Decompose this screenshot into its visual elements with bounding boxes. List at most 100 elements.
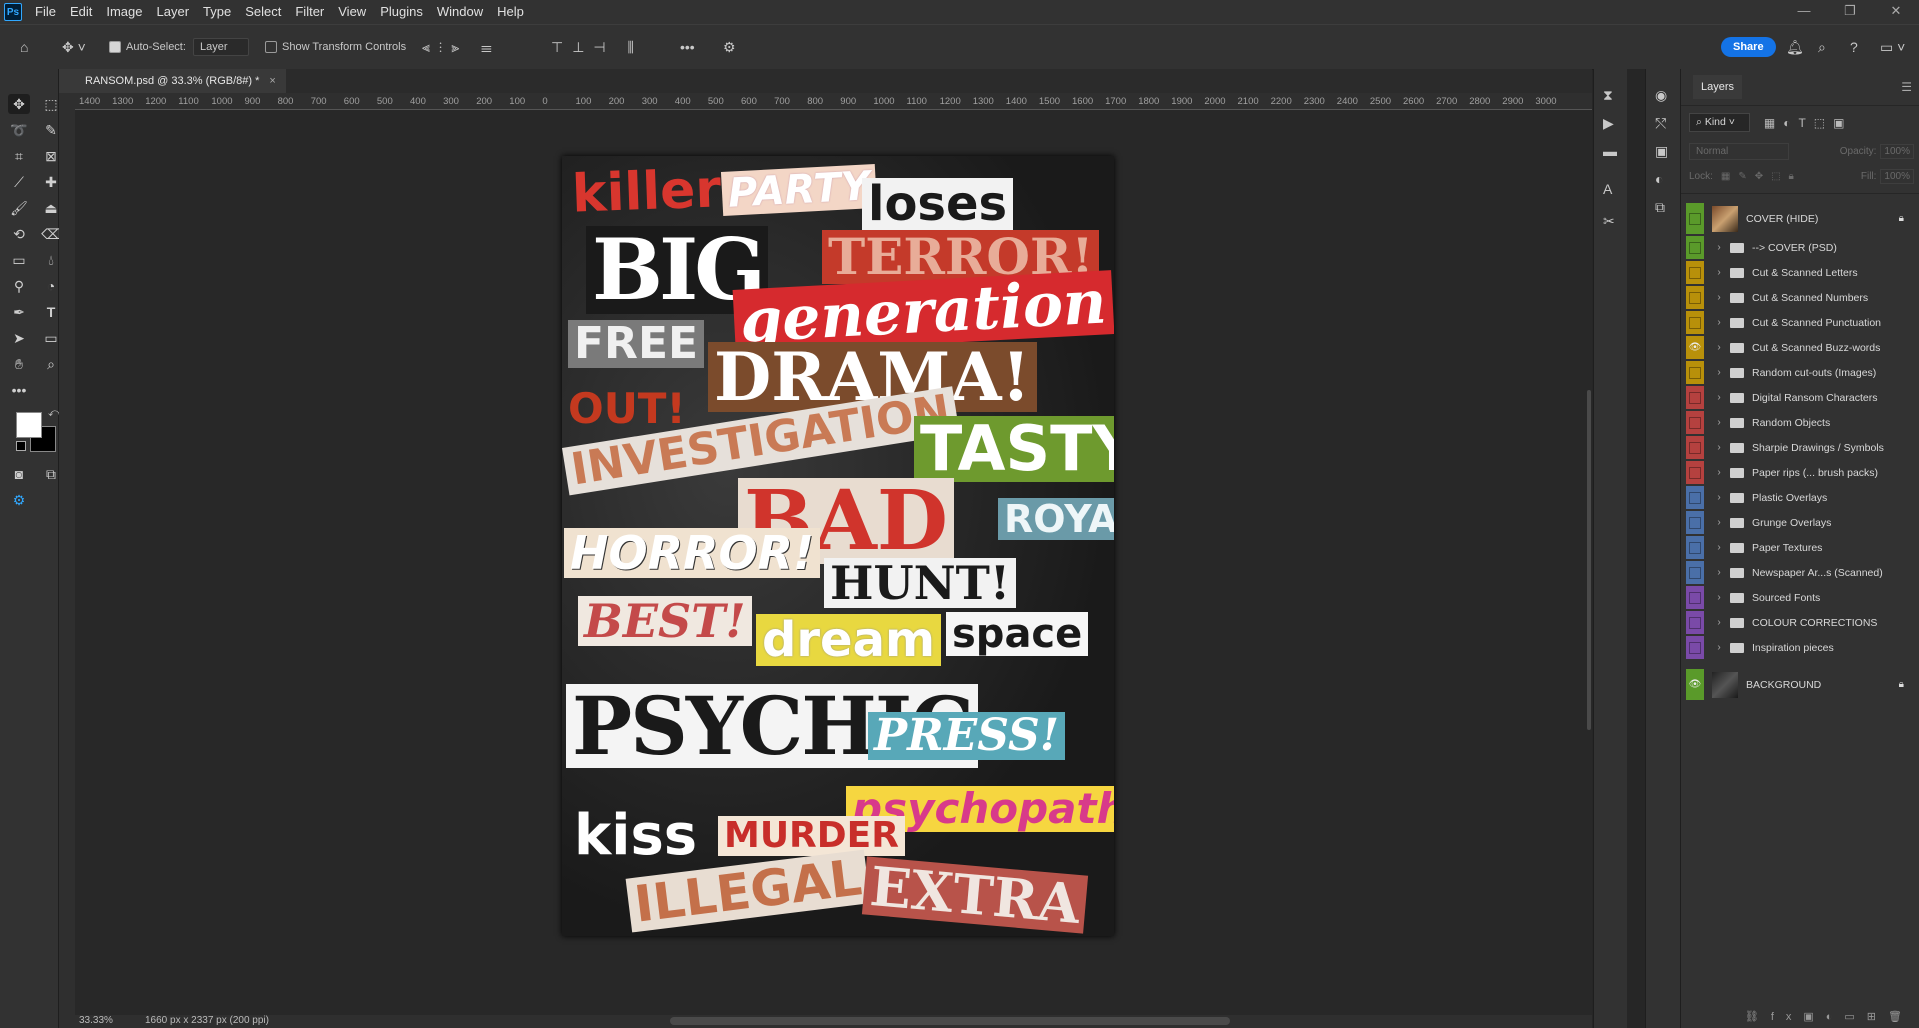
- menu-filter[interactable]: Filter: [288, 0, 331, 24]
- close-window-button[interactable]: ✕: [1873, 0, 1919, 24]
- layers-footer-icons[interactable]: ⛓fx▣◐▭⊞🗑︎: [1681, 1004, 1919, 1028]
- layer-row[interactable]: › Newspaper Ar...s (Scanned): [1681, 560, 1919, 585]
- vertical-scroll-thumb[interactable]: [1587, 390, 1591, 730]
- visibility-toggle[interactable]: [1686, 286, 1704, 309]
- chevron-right-icon[interactable]: ›: [1712, 467, 1726, 478]
- visibility-toggle[interactable]: [1686, 561, 1704, 584]
- eye-icon[interactable]: 👁︎: [1686, 669, 1704, 700]
- lasso-tool-icon[interactable]: ➰: [8, 120, 30, 140]
- workspace-icon[interactable]: ▭ ˅: [1880, 25, 1905, 69]
- layer-row[interactable]: 👁︎ › Cut & Scanned Buzz-words: [1681, 335, 1919, 360]
- bell-icon[interactable]: 🔔︎: [1786, 25, 1804, 69]
- color-panel-icon[interactable]: ◉: [1655, 87, 1667, 104]
- menu-image[interactable]: Image: [99, 0, 149, 24]
- auto-select-dropdown[interactable]: Layer: [193, 25, 249, 69]
- paths-panel-icon[interactable]: ⤲: [1655, 115, 1666, 132]
- foreground-color-swatch[interactable]: [16, 412, 42, 438]
- layer-row[interactable]: › Cut & Scanned Letters: [1681, 260, 1919, 285]
- hand-tool-icon[interactable]: ✋︎: [8, 354, 30, 374]
- move-tool-icon[interactable]: ✥: [8, 94, 30, 114]
- restore-button[interactable]: ❐: [1827, 0, 1873, 24]
- menu-plugins[interactable]: Plugins: [373, 0, 430, 24]
- document-info[interactable]: 1660 px x 2337 px (200 ppi): [145, 1015, 269, 1026]
- chevron-right-icon[interactable]: ›: [1712, 517, 1726, 528]
- gradient-tool-icon[interactable]: ▭: [8, 250, 30, 270]
- menu-window[interactable]: Window: [430, 0, 490, 24]
- gear-icon[interactable]: ⚙: [723, 25, 736, 69]
- search-icon[interactable]: ⌕: [1818, 25, 1826, 69]
- visibility-toggle[interactable]: [1686, 611, 1704, 634]
- visibility-toggle[interactable]: [1686, 361, 1704, 384]
- menu-layer[interactable]: Layer: [150, 0, 197, 24]
- help-icon[interactable]: ?: [1850, 25, 1858, 69]
- chevron-right-icon[interactable]: ›: [1712, 442, 1726, 453]
- layer-row[interactable]: › Plastic Overlays: [1681, 485, 1919, 510]
- opacity-value[interactable]: 100%: [1880, 144, 1914, 159]
- layer-row[interactable]: › Cut & Scanned Punctuation: [1681, 310, 1919, 335]
- visibility-toggle[interactable]: [1686, 236, 1704, 259]
- libraries-panel-icon[interactable]: ▣: [1655, 143, 1668, 160]
- transform-controls-checkbox[interactable]: [265, 41, 277, 53]
- visibility-toggle[interactable]: [1686, 311, 1704, 334]
- chevron-right-icon[interactable]: ›: [1712, 642, 1726, 653]
- align-icons[interactable]: ⫷⫶⫸ ☰: [422, 25, 501, 69]
- path-select-tool-icon[interactable]: ➤: [8, 328, 30, 348]
- chevron-right-icon[interactable]: ›: [1712, 592, 1726, 603]
- home-icon[interactable]: ⌂: [20, 25, 28, 69]
- chevron-right-icon[interactable]: ›: [1712, 342, 1726, 353]
- layer-row[interactable]: › Random cut-outs (Images): [1681, 360, 1919, 385]
- layer-row[interactable]: › Paper Textures: [1681, 535, 1919, 560]
- chevron-right-icon[interactable]: ›: [1712, 567, 1726, 578]
- auto-select-toggle[interactable]: Auto-Select:: [109, 25, 186, 69]
- layer-row[interactable]: › Digital Ransom Characters: [1681, 385, 1919, 410]
- zoom-level[interactable]: 33.33%: [79, 1015, 113, 1026]
- panel-menu-icon[interactable]: ☰: [1901, 80, 1912, 94]
- layer-row[interactable]: › Cut & Scanned Numbers: [1681, 285, 1919, 310]
- history-panel-icon[interactable]: ⧗: [1603, 87, 1613, 104]
- menu-select[interactable]: Select: [238, 0, 288, 24]
- layer-row[interactable]: › Sharpie Drawings / Symbols: [1681, 435, 1919, 460]
- chevron-right-icon[interactable]: ›: [1712, 492, 1726, 503]
- properties-panel-icon[interactable]: ⧉: [1655, 199, 1665, 216]
- chevron-right-icon[interactable]: ›: [1712, 392, 1726, 403]
- more-options-icon[interactable]: •••: [680, 25, 695, 69]
- menu-help[interactable]: Help: [490, 0, 531, 24]
- visibility-toggle[interactable]: [1686, 203, 1704, 234]
- visibility-toggle[interactable]: [1686, 461, 1704, 484]
- crop-tool-icon[interactable]: ⌗: [8, 146, 30, 166]
- chevron-right-icon[interactable]: ›: [1712, 242, 1726, 253]
- tool-presets-icon[interactable]: ✂: [1603, 213, 1615, 230]
- chevron-right-icon[interactable]: ›: [1712, 417, 1726, 428]
- visibility-toggle[interactable]: [1686, 511, 1704, 534]
- document-tab[interactable]: RANSOM.psd @ 33.3% (RGB/8#) * ×: [59, 69, 286, 93]
- layer-row[interactable]: COVER (HIDE) 🔒︎: [1681, 202, 1919, 235]
- close-tab-icon[interactable]: ×: [269, 75, 275, 87]
- visibility-toggle[interactable]: [1686, 411, 1704, 434]
- chevron-right-icon[interactable]: ›: [1712, 367, 1726, 378]
- visibility-toggle[interactable]: [1686, 636, 1704, 659]
- swap-colors-icon[interactable]: ⤺: [48, 407, 60, 420]
- filter-type-icons[interactable]: ▦◐T⬚▣: [1764, 116, 1853, 130]
- menu-type[interactable]: Type: [196, 0, 238, 24]
- visibility-toggle[interactable]: [1686, 486, 1704, 509]
- fill-value[interactable]: 100%: [1880, 169, 1914, 184]
- share-button[interactable]: Share: [1721, 25, 1776, 69]
- adjustments-panel-icon[interactable]: ◐: [1655, 171, 1663, 187]
- more-tools-icon[interactable]: •••: [8, 380, 30, 400]
- brush-tool-icon[interactable]: 🖌︎: [8, 198, 30, 218]
- layer-row[interactable]: 👁︎ BACKGROUND 🔒︎: [1681, 668, 1919, 701]
- distribute-icons[interactable]: ⊤⊥⊣ ⫼: [551, 25, 643, 69]
- visibility-toggle[interactable]: [1686, 536, 1704, 559]
- chevron-right-icon[interactable]: ›: [1712, 317, 1726, 328]
- auto-select-checkbox[interactable]: [109, 41, 121, 53]
- document-artwork[interactable]: killer PARTY loses BIG TERROR! generatio…: [562, 156, 1114, 936]
- visibility-toggle[interactable]: [1686, 586, 1704, 609]
- visibility-toggle[interactable]: [1686, 261, 1704, 284]
- default-colors-icon[interactable]: [16, 441, 26, 451]
- layer-row[interactable]: › COLOUR CORRECTIONS: [1681, 610, 1919, 635]
- edit-toolbar-icon[interactable]: ⚙: [8, 490, 30, 510]
- chevron-right-icon[interactable]: ›: [1712, 267, 1726, 278]
- layer-row[interactable]: › Inspiration pieces: [1681, 635, 1919, 660]
- move-tool-preset-icon[interactable]: ✥ ˅: [62, 25, 86, 69]
- layers-tab[interactable]: Layers: [1693, 75, 1743, 99]
